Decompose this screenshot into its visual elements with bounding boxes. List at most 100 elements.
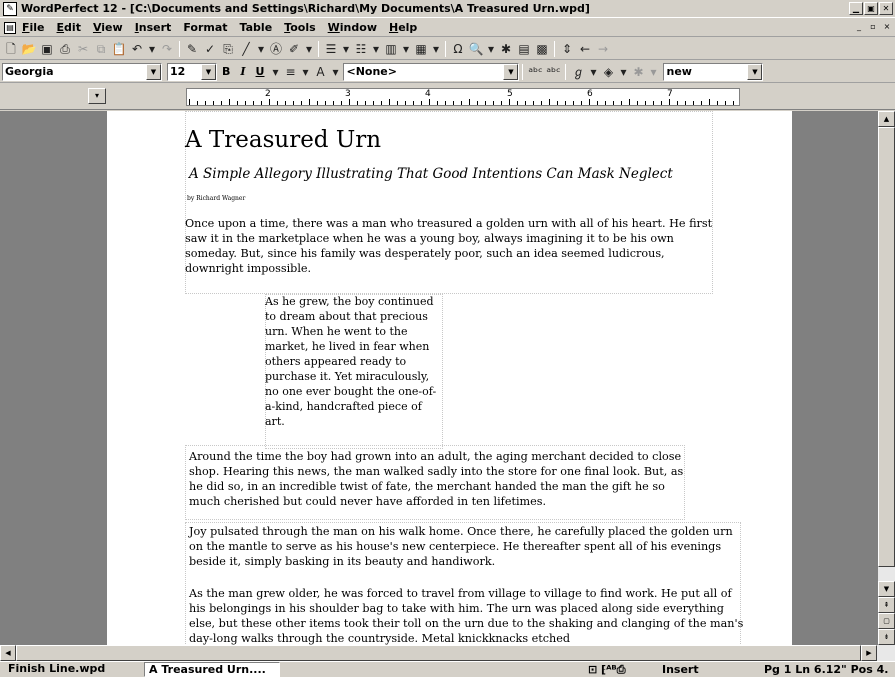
menu-insert[interactable]: Insert (135, 21, 172, 34)
grammar-icon[interactable]: ᵃᵇᶜ (544, 63, 562, 81)
font-color-dropdown-icon[interactable]: ▾ (329, 63, 341, 81)
status-icons[interactable]: ⊡ ⁅ᴬᴮ⎙ (588, 663, 626, 677)
copy-icon[interactable]: ⧉ (92, 40, 110, 58)
italic-button[interactable]: I (240, 65, 245, 78)
bullets-dropdown-icon[interactable]: ▾ (340, 40, 352, 58)
text-box-icon[interactable]: Ⓐ (267, 40, 285, 58)
justify-icon[interactable]: ≡ (281, 63, 299, 81)
menu-format[interactable]: Format (183, 21, 227, 34)
menu-edit[interactable]: Edit (57, 21, 81, 34)
tab-type-button[interactable]: ▾ (88, 88, 106, 104)
clipboard-icon[interactable]: ⎘ (219, 40, 237, 58)
outline-dropdown-icon[interactable]: ▾ (647, 63, 659, 81)
bullets-icon[interactable]: ☰ (322, 40, 340, 58)
scroll-down-icon[interactable]: ▼ (878, 581, 895, 597)
menu-view[interactable]: View (93, 21, 123, 34)
ruler-tick (245, 101, 246, 105)
new-icon[interactable]: 🗋 (2, 40, 20, 58)
redo-icon[interactable]: ↷ (158, 40, 176, 58)
insert-mode-indicator[interactable]: Insert (662, 663, 699, 676)
fill-dropdown-icon[interactable]: ▾ (617, 63, 629, 81)
language-select[interactable]: new ▼ (663, 62, 764, 81)
table-dropdown-icon[interactable]: ▾ (430, 40, 442, 58)
doc-restore-icon[interactable]: ▫ (867, 22, 879, 33)
open-icon[interactable]: 📂 (20, 40, 38, 58)
style-select[interactable]: <None> ▼ (343, 62, 520, 81)
draw-dropdown-icon[interactable]: ▾ (303, 40, 315, 58)
bold-button[interactable]: B (222, 65, 230, 78)
font-size-select[interactable]: 12 ▼ (167, 62, 217, 81)
forward-icon[interactable]: → (594, 40, 612, 58)
wordperfect-app-icon[interactable]: ✎ (3, 1, 17, 16)
chart-icon[interactable]: ▤ (515, 40, 533, 58)
maximize-icon[interactable]: ▣ (864, 2, 878, 15)
scroll-left-icon[interactable]: ◀ (0, 645, 16, 661)
document-tab-treasured-urn[interactable]: A Treasured Urn.... (144, 662, 280, 677)
chevron-down-icon[interactable]: ▼ (503, 63, 519, 80)
next-page-icon[interactable]: ⇟ (878, 629, 895, 645)
font-color-icon[interactable]: A (311, 63, 329, 81)
vertical-scroll-thumb[interactable] (878, 127, 895, 567)
underline-dropdown-icon[interactable]: ▾ (269, 63, 281, 81)
chevron-down-icon[interactable]: ▼ (201, 63, 216, 80)
menu-window[interactable]: Window (328, 21, 377, 34)
scroll-right-icon[interactable]: ▶ (861, 645, 877, 661)
page-icon[interactable]: ▢ (878, 613, 895, 629)
prompt-icon[interactable]: ℊ (569, 63, 587, 81)
chevron-down-icon[interactable]: ▼ (747, 63, 763, 80)
spell-icon[interactable]: ✓ (201, 40, 219, 58)
print-icon[interactable]: ⎙ (56, 40, 74, 58)
columns-icon[interactable]: ▥ (382, 40, 400, 58)
spell-check-icon[interactable]: ᵃᵇᶜ (526, 63, 544, 81)
arrow-up-down-icon[interactable]: ⇕ (558, 40, 576, 58)
undo-dropdown-icon[interactable]: ▾ (146, 40, 158, 58)
prompt-dropdown-icon[interactable]: ▾ (587, 63, 599, 81)
document-workspace[interactable]: A Treasured Urn A Simple Allegory Illust… (0, 111, 878, 645)
document-tab-finish-line[interactable]: Finish Line.wpd (4, 662, 144, 677)
scroll-up-icon[interactable]: ▲ (878, 111, 895, 127)
zoom-dropdown-icon[interactable]: ▾ (485, 40, 497, 58)
outline-icon[interactable]: ✱ (629, 63, 647, 81)
document-icon[interactable]: ▤ (4, 21, 16, 34)
menu-file[interactable]: File (22, 21, 45, 34)
zoom-icon[interactable]: 🔍 (467, 40, 485, 58)
document-page[interactable]: A Treasured Urn A Simple Allegory Illust… (107, 111, 792, 645)
vertical-scrollbar[interactable]: ▲ ▼ ⇞ ▢ ⇟ (878, 111, 895, 645)
underline-button[interactable]: U (256, 65, 265, 78)
horizontal-scrollbar[interactable]: ◀ ▶ (0, 645, 895, 661)
draw-icon[interactable]: ✐ (285, 40, 303, 58)
back-icon[interactable]: ← (576, 40, 594, 58)
previous-page-icon[interactable]: ⇞ (878, 597, 895, 613)
line-icon[interactable]: ╱ (237, 40, 255, 58)
shadow-icon[interactable]: ▩ (533, 40, 551, 58)
close-icon[interactable]: ✕ (879, 2, 893, 15)
horizontal-scroll-thumb[interactable] (16, 645, 861, 661)
font-name-value: Georgia (5, 65, 54, 78)
menu-help[interactable]: Help (389, 21, 417, 34)
numbering-dropdown-icon[interactable]: ▾ (370, 40, 382, 58)
chevron-down-icon[interactable]: ▼ (146, 63, 161, 80)
doc-close-icon[interactable]: × (881, 22, 893, 33)
fill-icon[interactable]: ◈ (599, 63, 617, 81)
asian-icon[interactable]: ✱ (497, 40, 515, 58)
symbol-icon[interactable]: Ω (449, 40, 467, 58)
save-icon[interactable]: ▣ (38, 40, 56, 58)
doc-minimize-icon[interactable]: _ (853, 22, 865, 33)
ruler-tick (669, 99, 670, 105)
table-icon[interactable]: ▦ (412, 40, 430, 58)
ruler-tick (621, 101, 622, 105)
numbering-icon[interactable]: ☷ (352, 40, 370, 58)
cut-icon[interactable]: ✂ (74, 40, 92, 58)
undo-icon[interactable]: ↶ (128, 40, 146, 58)
menu-table[interactable]: Table (240, 21, 273, 34)
menu-tools[interactable]: Tools (284, 21, 315, 34)
line-dropdown-icon[interactable]: ▾ (255, 40, 267, 58)
font-name-select[interactable]: Georgia ▼ (2, 62, 162, 81)
columns-dropdown-icon[interactable]: ▾ (400, 40, 412, 58)
highlight-icon[interactable]: ✎ (183, 40, 201, 58)
minimize-icon[interactable]: ▁ (849, 2, 863, 15)
paste-icon[interactable]: 📋 (110, 40, 128, 58)
justify-dropdown-icon[interactable]: ▾ (299, 63, 311, 81)
ruler[interactable]: 2 3 4 5 6 7 (186, 88, 740, 106)
cursor-position[interactable]: Pg 1 Ln 6.12" Pos 4. (764, 663, 888, 676)
